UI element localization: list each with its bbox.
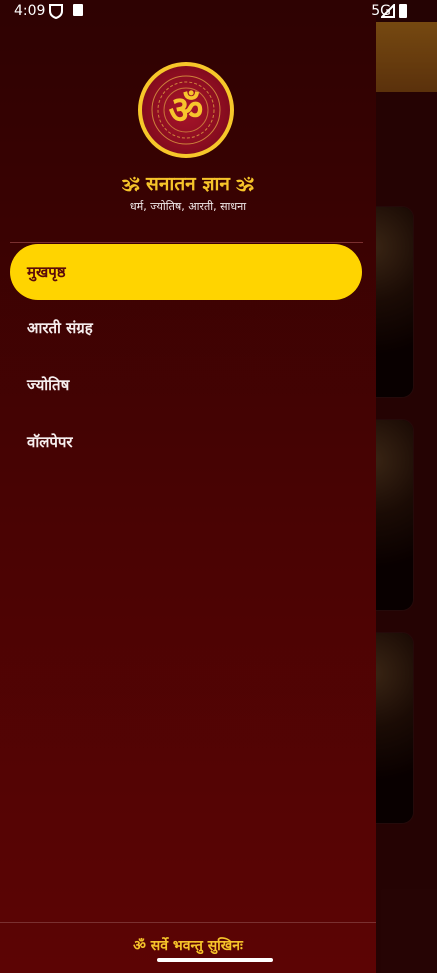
menu-item-astrology[interactable]: ज्योतिष: [10, 357, 362, 413]
security-shield-icon: [48, 4, 64, 23]
menu-item-home[interactable]: मुखपृष्ठ: [10, 244, 362, 300]
navigation-drawer: ॐ 🕉 सनातन ज्ञान 🕉 धर्म, ज्योतिष, आरती, स…: [0, 0, 376, 973]
home-indicator[interactable]: [157, 958, 273, 962]
signal-icon: [379, 2, 395, 22]
app-title: 🕉 सनातन ज्ञान 🕉: [122, 173, 254, 195]
divider: [0, 922, 376, 923]
menu-item-aarti-collection[interactable]: आरती संग्रह: [10, 300, 362, 356]
app-subtitle: धर्म, ज्योतिष, आरती, साधना: [129, 200, 247, 213]
status-bar: 4:09 5G: [0, 0, 437, 24]
om-symbol: ॐ: [168, 88, 204, 132]
divider: [10, 242, 363, 243]
om-mandala-logo: ॐ: [138, 62, 234, 158]
sd-card-icon: [73, 4, 83, 16]
battery-icon: [399, 4, 407, 18]
status-time: 4:09: [14, 3, 46, 19]
menu-item-wallpaper[interactable]: वॉलपेपर: [10, 414, 362, 470]
footer-blessing: ॐ सर्वे भवन्तु सुखिनः: [133, 938, 243, 954]
